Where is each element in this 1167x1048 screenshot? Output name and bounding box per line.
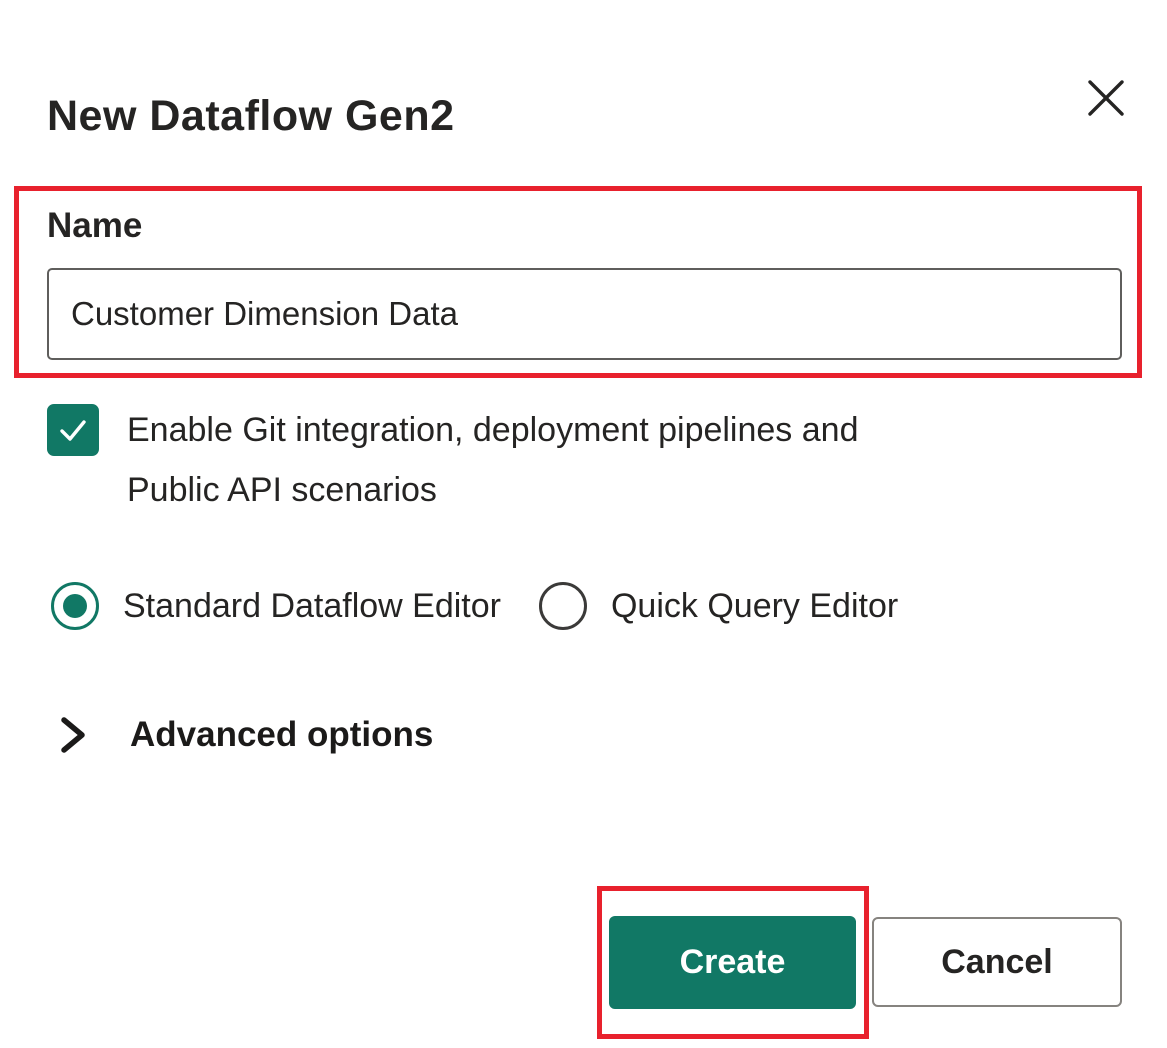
name-input[interactable] — [47, 268, 1122, 360]
radio-unselected-icon — [539, 582, 587, 630]
page-title: New Dataflow Gen2 — [47, 92, 455, 141]
radio-quick-query-editor[interactable]: Quick Query Editor — [539, 582, 898, 630]
cancel-button[interactable]: Cancel — [872, 917, 1122, 1007]
close-icon — [1084, 76, 1128, 120]
git-integration-checkbox-label: Enable Git integration, deployment pipel… — [127, 400, 858, 520]
checkbox-label-line2: Public API scenarios — [127, 460, 858, 520]
radio-label: Standard Dataflow Editor — [123, 587, 501, 626]
editor-radio-group: Standard Dataflow Editor Quick Query Edi… — [51, 582, 898, 630]
git-integration-checkbox[interactable] — [47, 404, 99, 456]
radio-label: Quick Query Editor — [611, 587, 898, 626]
name-field-label: Name — [47, 206, 142, 246]
advanced-options-expander[interactable]: Advanced options — [58, 714, 433, 756]
radio-selected-icon — [51, 582, 99, 630]
close-button[interactable] — [1082, 74, 1130, 122]
radio-standard-dataflow-editor[interactable]: Standard Dataflow Editor — [51, 582, 501, 630]
git-integration-checkbox-row: Enable Git integration, deployment pipel… — [47, 400, 858, 520]
checkbox-label-line1: Enable Git integration, deployment pipel… — [127, 400, 858, 460]
chevron-right-icon — [58, 714, 88, 756]
checkmark-icon — [55, 412, 91, 448]
create-button[interactable]: Create — [609, 916, 856, 1009]
radio-dot — [63, 594, 87, 618]
advanced-options-label: Advanced options — [130, 715, 433, 755]
